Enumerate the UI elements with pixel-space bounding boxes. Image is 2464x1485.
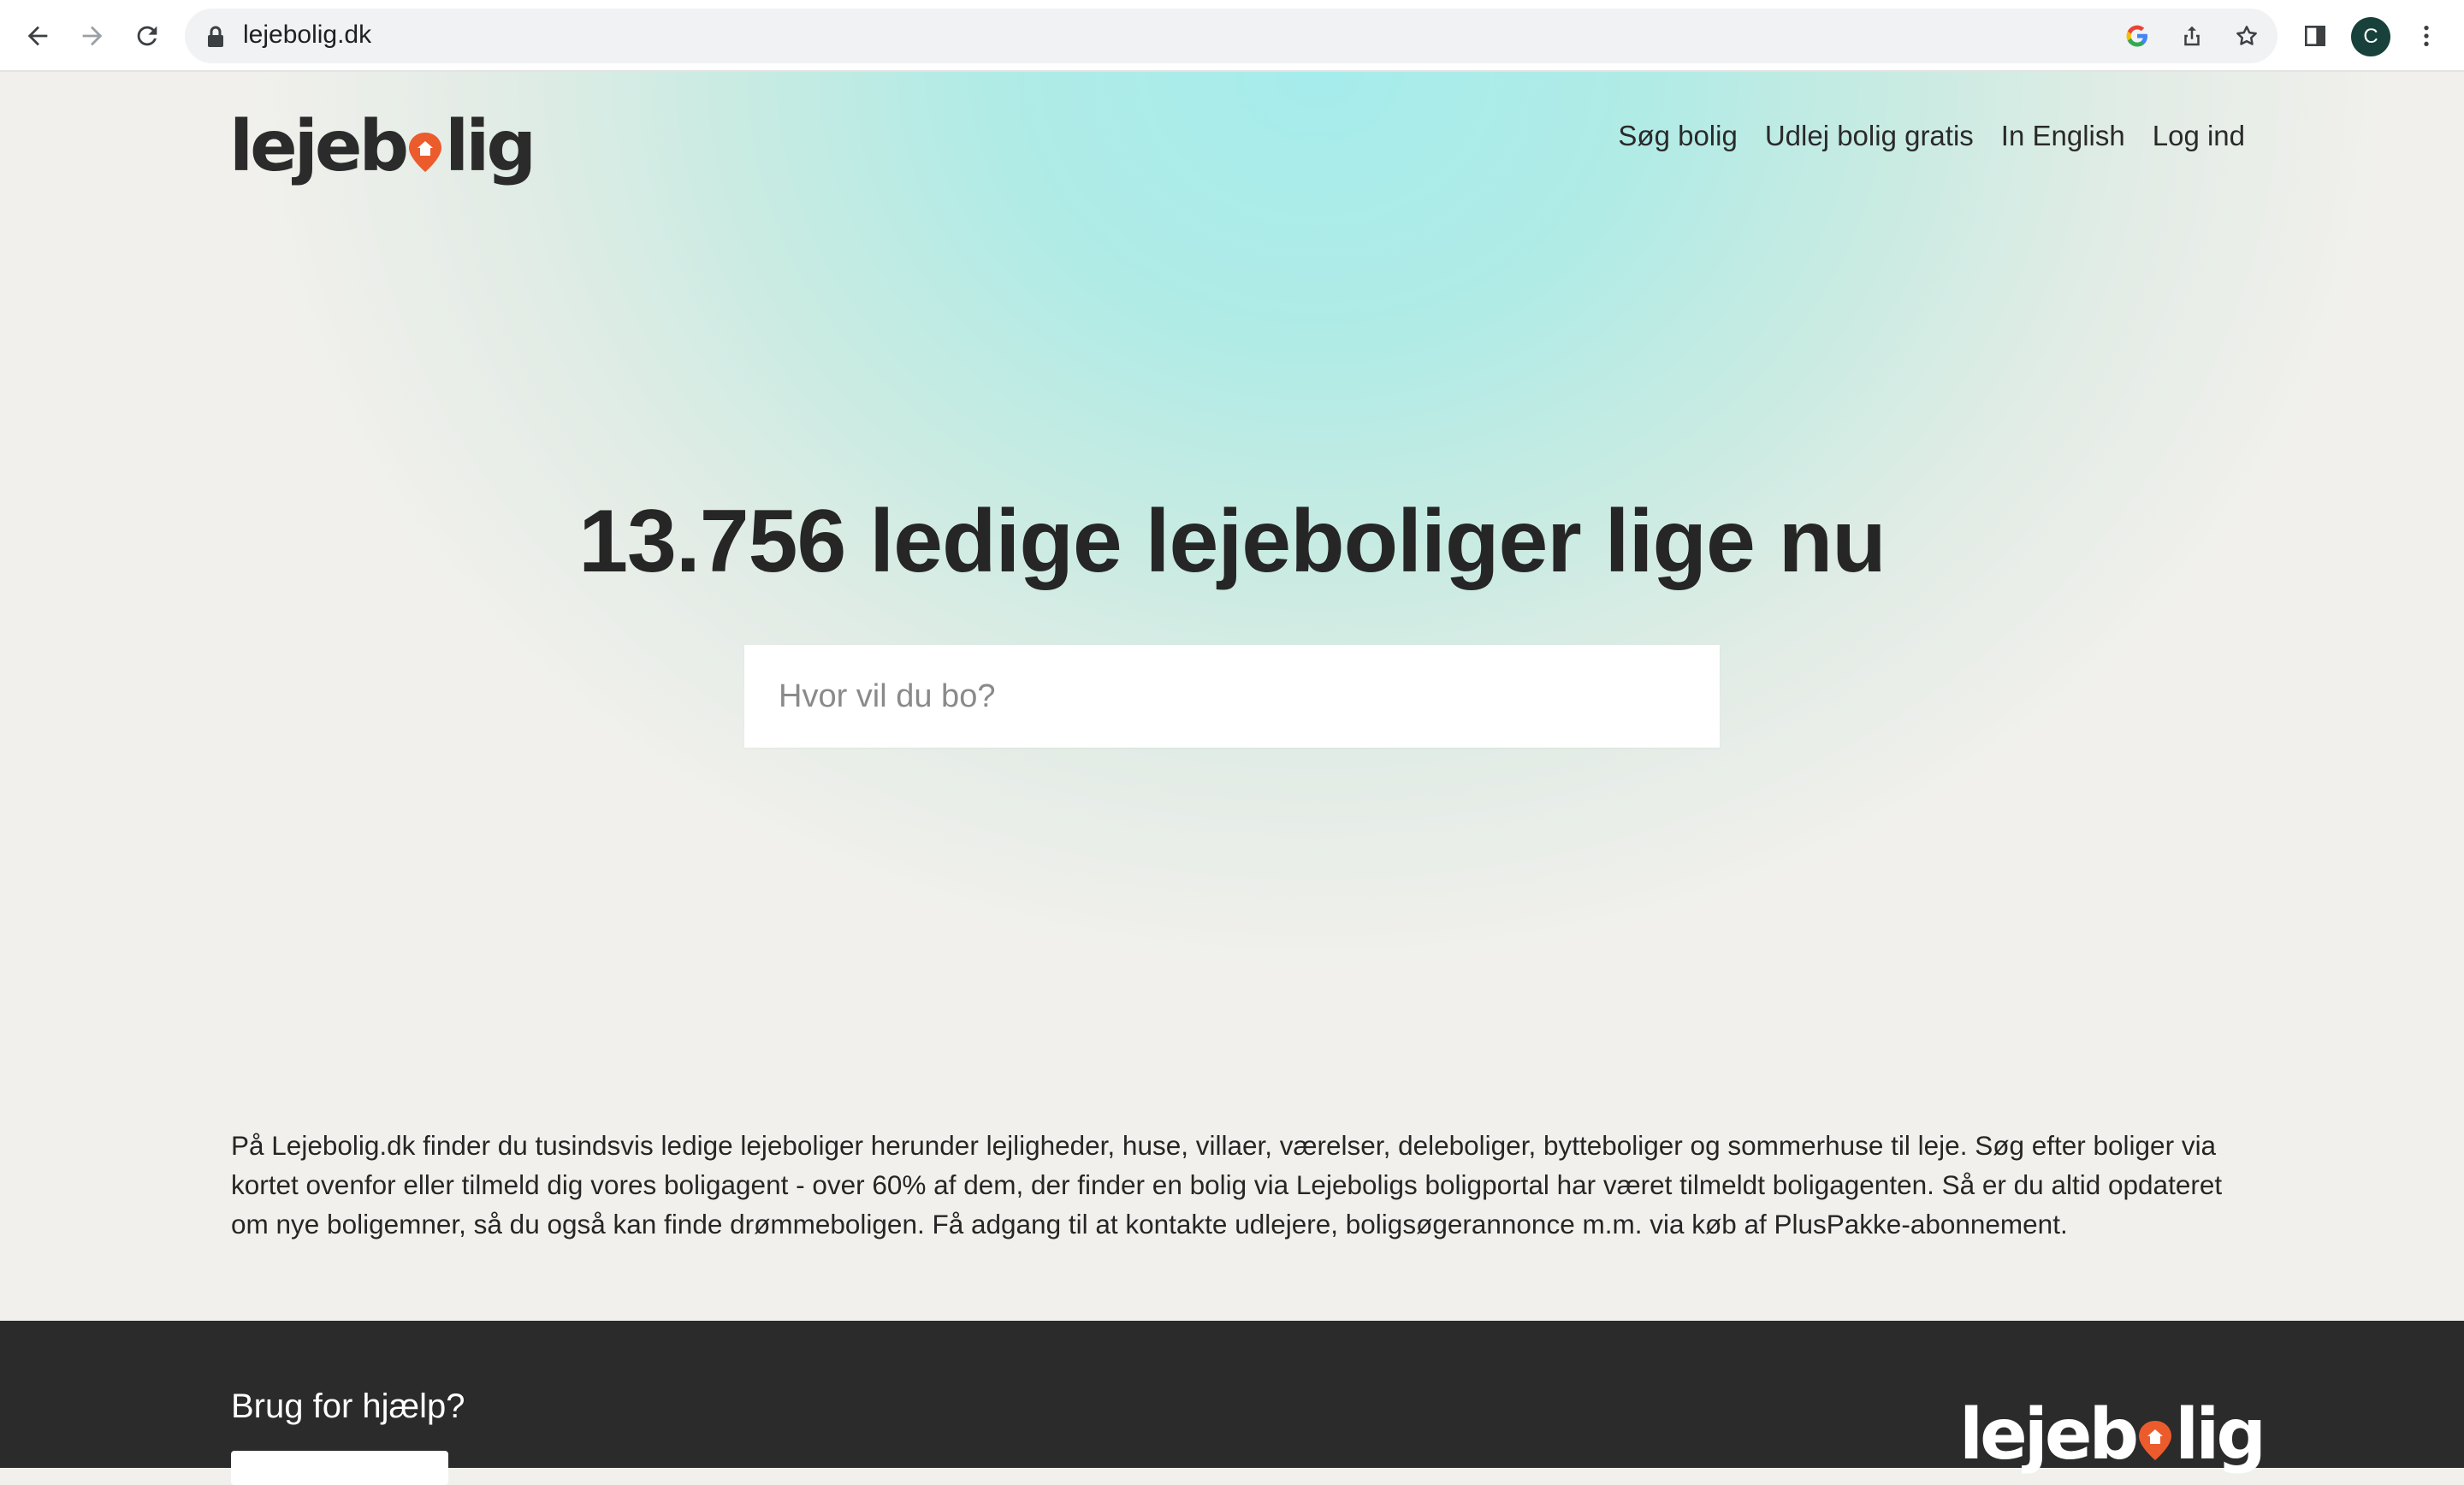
browser-toolbar: lejebolig.dk C (0, 0, 2464, 72)
help-button[interactable] (231, 1451, 448, 1485)
logo-text-end: lig (445, 106, 536, 187)
forward-arrow-icon[interactable] (72, 15, 113, 56)
profile-avatar[interactable]: C (2351, 17, 2390, 56)
nav-link-login[interactable]: Log ind (2153, 120, 2245, 152)
reload-icon[interactable] (127, 15, 168, 56)
hero-section: lejeb lig Søg bolig Udlej bolig gratis I… (0, 72, 2464, 1321)
address-bar[interactable]: lejebolig.dk (185, 9, 2277, 63)
url-text: lejebolig.dk (243, 21, 372, 49)
search-input[interactable] (744, 645, 1720, 748)
main-nav: Søg bolig Udlej bolig gratis In English … (1618, 120, 2245, 152)
footer-logo-text-end: lig (2175, 1394, 2266, 1476)
footer: Brug for hjælp? lejeb lig (0, 1321, 2464, 1485)
hero-title: 13.756 ledige lejeboliger lige nu (578, 492, 1886, 591)
logo-pin-icon (409, 133, 442, 172)
star-icon[interactable] (2231, 21, 2262, 51)
nav-link-english[interactable]: In English (2001, 120, 2125, 152)
nav-link-search[interactable]: Søg bolig (1618, 120, 1737, 152)
site-logo[interactable]: lejeb lig (229, 106, 536, 192)
back-arrow-icon[interactable] (17, 15, 58, 56)
side-panel-icon[interactable] (2295, 15, 2336, 56)
nav-link-rent-out[interactable]: Udlej bolig gratis (1765, 120, 1974, 152)
help-title: Brug for hjælp? (231, 1387, 465, 1425)
intro-text: På Lejebolig.dk finder du tusindsvis led… (231, 1130, 2223, 1239)
more-vert-icon[interactable] (2406, 15, 2447, 56)
footer-logo[interactable]: lejeb lig (1959, 1394, 2266, 1476)
logo-text-start: lejeb (229, 106, 409, 187)
footer-logo-pin-icon (2139, 1421, 2172, 1460)
lock-icon (208, 26, 223, 47)
google-icon[interactable] (2122, 21, 2153, 51)
footer-logo-text-start: lejeb (1959, 1394, 2139, 1476)
share-icon[interactable] (2177, 21, 2207, 51)
